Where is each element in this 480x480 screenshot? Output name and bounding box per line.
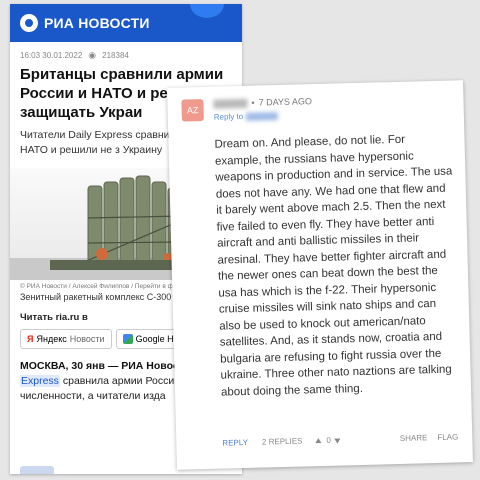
reply-to-name-redacted[interactable]	[246, 111, 279, 121]
yandex-suffix: Новости	[69, 334, 105, 344]
upvote-icon[interactable]	[314, 436, 322, 444]
comment-actions: REPLY 2 REPLIES 0 SHARE FLAG	[222, 432, 458, 447]
reply-to-label[interactable]: Reply to	[214, 112, 244, 122]
express-link[interactable]: Express	[20, 375, 60, 387]
ria-brand[interactable]: РИА НОВОСТИ	[44, 15, 150, 31]
article-dateline: МОСКВА, 30 янв — РИА Новост	[20, 360, 184, 372]
ria-header: РИА НОВОСТИ	[10, 4, 242, 42]
comment-card: AZ • 7 DAYS AGO Reply to Dream on. And p…	[167, 80, 473, 470]
avatar[interactable]: AZ	[181, 98, 204, 122]
downvote-icon[interactable]	[333, 436, 341, 444]
bottom-chip	[20, 466, 54, 474]
reply-to-line: Reply to	[214, 111, 279, 122]
comment-time: 7 DAYS AGO	[258, 96, 313, 108]
header-bubble-icon	[190, 4, 224, 18]
share-button[interactable]: SHARE	[400, 433, 428, 443]
yandex-logo-icon: Я	[27, 334, 34, 344]
vote-count: 0	[326, 435, 332, 445]
flag-button[interactable]: FLAG	[437, 432, 458, 442]
article-meta: 16:03 30.01.2022 ◉ 218384	[10, 42, 242, 61]
reply-button[interactable]: REPLY	[222, 438, 248, 448]
replies-button[interactable]: 2 REPLIES	[262, 437, 303, 447]
comment-text: Dream on. And please, do not lie. For ex…	[214, 133, 453, 399]
yandex-news-button[interactable]: Я Яндекс Новости	[20, 329, 112, 349]
comment-author-line: • 7 DAYS AGO	[213, 96, 312, 109]
ria-logo-icon[interactable]	[20, 14, 38, 32]
article-views: 218384	[102, 51, 129, 60]
article-datetime: 16:03 30.01.2022	[20, 51, 83, 60]
author-name-redacted[interactable]	[213, 98, 248, 109]
separator-dot: •	[251, 97, 255, 108]
google-news-icon	[122, 334, 133, 344]
views-eye-icon: ◉	[88, 50, 97, 60]
yandex-label: Яндекс	[36, 334, 67, 344]
